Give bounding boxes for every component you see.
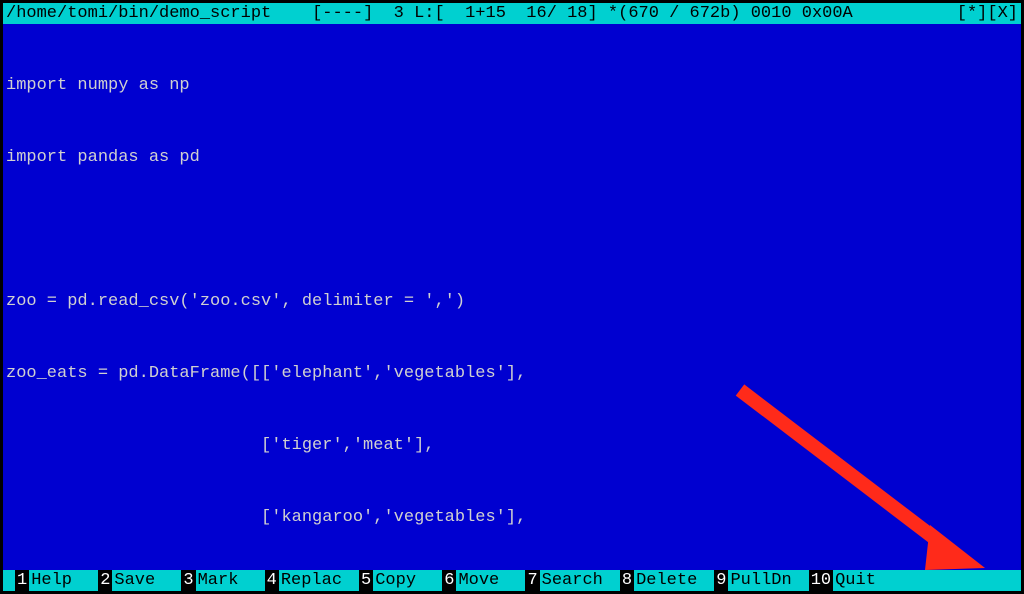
code-line: import pandas as pd xyxy=(6,146,1018,170)
fkey-pulldn[interactable]: 9PullDn xyxy=(714,570,793,591)
fkey-delete[interactable]: 8Delete xyxy=(620,570,699,591)
fkey-search[interactable]: 7Search xyxy=(525,570,604,591)
fkey-replace[interactable]: 4Replac xyxy=(265,570,344,591)
fkey-mark[interactable]: 3Mark xyxy=(181,570,249,591)
status-info: [----] 3 L:[ 1+15 16/ 18] *(670 / 672b) … xyxy=(312,4,853,23)
editor-textarea[interactable]: import numpy as np import pandas as pd z… xyxy=(3,24,1021,570)
window-controls[interactable]: [*][X] xyxy=(957,4,1018,23)
file-path: /home/tomi/bin/demo_script xyxy=(6,4,271,23)
fkey-move[interactable]: 6Move xyxy=(442,570,510,591)
code-line: import numpy as np xyxy=(6,74,1018,98)
fkey-copy[interactable]: 5Copy xyxy=(359,570,427,591)
editor-container: /home/tomi/bin/demo_script [----] 3 L:[ … xyxy=(3,3,1021,591)
code-line: zoo_eats = pd.DataFrame([['elephant','ve… xyxy=(6,362,1018,386)
fkey-save[interactable]: 2Save xyxy=(98,570,166,591)
fkey-quit[interactable]: 10Quit xyxy=(809,570,887,591)
code-line: ['tiger','meat'], xyxy=(6,434,1018,458)
code-line: ['kangaroo','vegetables'], xyxy=(6,506,1018,530)
function-key-bar: 1Help 2Save 3Mark 4Replac 5Copy 6Move 7S… xyxy=(3,570,1021,591)
code-line xyxy=(6,218,1018,242)
title-bar: /home/tomi/bin/demo_script [----] 3 L:[ … xyxy=(3,3,1021,24)
code-line: zoo = pd.read_csv('zoo.csv', delimiter =… xyxy=(6,290,1018,314)
fkey-help[interactable]: 1Help xyxy=(15,570,83,591)
